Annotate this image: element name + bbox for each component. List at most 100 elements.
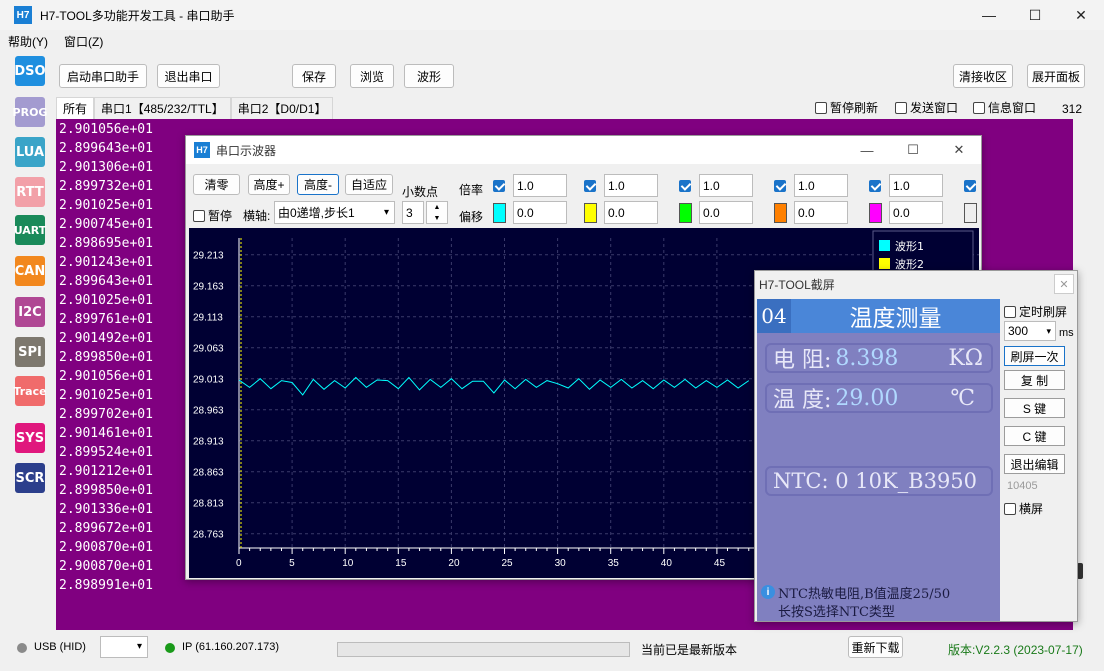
s-key-button[interactable]: S 键	[1004, 398, 1065, 418]
decimals-spinner[interactable]: ▲ ▼	[426, 201, 448, 224]
y-tick-label: 28.963	[193, 406, 224, 417]
channel-offset-input[interactable]: 0.0	[513, 201, 567, 224]
redownload-button[interactable]: 重新下载	[848, 636, 903, 658]
channel-offset-input[interactable]: 0.0	[794, 201, 848, 224]
osc-minimize-icon[interactable]: —	[844, 136, 890, 164]
decimals-input[interactable]: 3	[402, 201, 424, 224]
channel-enable-checkbox[interactable]	[869, 180, 881, 192]
c-key-button[interactable]: C 键	[1004, 426, 1065, 446]
auto-fit-button[interactable]: 自适应	[345, 174, 393, 195]
sidebar-rtt-button[interactable]: RTT	[15, 177, 45, 207]
interval-select[interactable]: 300 ▾	[1004, 321, 1056, 341]
tab-serial1[interactable]: 串口1【485/232/TTL】	[94, 97, 231, 119]
usb-status: USB (HID)	[34, 641, 86, 653]
sidebar-trace-button[interactable]: Trace	[13, 376, 47, 406]
channel-enable-checkbox[interactable]	[584, 180, 596, 192]
send-window-checkbox[interactable]: 发送窗口	[895, 99, 958, 116]
recv-line: 2.901306e+01	[59, 160, 153, 175]
exit-edit-button[interactable]: 退出编辑	[1004, 454, 1065, 474]
sidebar-sys-button[interactable]: SYS	[15, 423, 45, 453]
osc-maximize-icon[interactable]: ☐	[890, 136, 936, 164]
channel-offset-input[interactable]: 0.0	[604, 201, 658, 224]
sidebar-lua-button[interactable]: LUA	[15, 137, 45, 167]
maximize-icon[interactable]: ☐	[1012, 0, 1058, 30]
tab-bar: 所有 串口1【485/232/TTL】 串口2【D0/D1】	[56, 97, 334, 119]
y-tick-label: 29.013	[193, 375, 224, 386]
channel-color-swatch[interactable]	[964, 203, 977, 223]
tab-serial2[interactable]: 串口2【D0/D1】	[230, 97, 334, 119]
x-tick-label: 10	[342, 558, 354, 569]
sidebar-prog-button[interactable]: PROG	[13, 97, 47, 127]
channel-enable-checkbox[interactable]	[493, 180, 505, 192]
exit-serial-button[interactable]: 退出串口	[157, 64, 220, 88]
tab-all[interactable]: 所有	[56, 97, 95, 119]
timed-refresh-checkbox[interactable]: 定时刷屏	[1004, 303, 1067, 320]
channel-scale-input[interactable]: 1.0	[794, 174, 848, 197]
landscape-label: 横屏	[1019, 502, 1044, 516]
minimize-icon[interactable]: —	[966, 0, 1012, 30]
sidebar-spi-button[interactable]: SPI	[15, 337, 45, 367]
legend-label: 波形1	[895, 240, 924, 253]
title-bar: H7 H7-TOOL多功能开发工具 - 串口助手 — ☐ ✕	[0, 0, 1104, 30]
channel-color-swatch[interactable]	[584, 203, 597, 223]
sidebar-dso-button[interactable]: DSO	[14, 56, 46, 86]
height-plus-button[interactable]: 高度+	[248, 174, 290, 195]
expand-panel-button[interactable]: 展开面板	[1027, 64, 1085, 88]
save-button[interactable]: 保存	[292, 64, 336, 88]
channel-color-swatch[interactable]	[679, 203, 692, 223]
copy-button[interactable]: 复 制	[1004, 370, 1065, 390]
channel-enable-checkbox[interactable]	[679, 180, 691, 192]
osc-clear-button[interactable]: 清零	[193, 174, 240, 195]
sidebar-can-button[interactable]: CAN	[15, 256, 45, 286]
menu-window[interactable]: 窗口(Z)	[56, 33, 111, 50]
info-window-checkbox[interactable]: 信息窗口	[973, 99, 1036, 116]
wave-button[interactable]: 波形	[404, 64, 454, 88]
version-label: 版本:V2.2.3 (2023-07-17)	[948, 643, 1083, 657]
device-screen: 04 温度测量 电 阻: 8.398 KΩ 温 度: 29.00 ℃ NTC: …	[757, 299, 1000, 621]
browse-button[interactable]: 浏览	[350, 64, 394, 88]
channel-scale-input[interactable]: 1.0	[604, 174, 658, 197]
start-serial-button[interactable]: 启动串口助手	[59, 64, 147, 88]
channel-offset-input[interactable]: 0.0	[889, 201, 943, 224]
pause-refresh-checkbox[interactable]: 暂停刷新	[815, 99, 878, 116]
channel-enable-checkbox[interactable]	[964, 180, 976, 192]
menu-help[interactable]: 帮助(Y)	[0, 33, 56, 50]
chevron-down-icon: ▾	[1046, 325, 1051, 336]
device-select[interactable]: ▾	[100, 636, 148, 658]
channel-color-swatch[interactable]	[493, 203, 506, 223]
landscape-checkbox[interactable]: 横屏	[1004, 500, 1043, 517]
ntc-type: NTC: 0 10K_B3950	[773, 469, 978, 493]
y-tick-label: 29.213	[193, 251, 224, 262]
sidebar-i2c-button[interactable]: I2C	[15, 297, 45, 327]
ntc-field: NTC: 0 10K_B3950	[765, 466, 993, 496]
close-icon[interactable]: ✕	[1058, 0, 1104, 30]
info-icon: i	[761, 585, 775, 599]
channel-color-swatch[interactable]	[774, 203, 787, 223]
channel-scale-input[interactable]: 1.0	[513, 174, 567, 197]
channel-color-swatch[interactable]	[869, 203, 882, 223]
sidebar-scr-button[interactable]: SCR	[15, 463, 45, 493]
sidebar-uart-button[interactable]: UART	[14, 215, 46, 245]
recv-line: 2.898991e+01	[59, 578, 153, 593]
channel-offset-input[interactable]: 0.0	[699, 201, 753, 224]
osc-pause-checkbox[interactable]: 暂停	[193, 207, 232, 224]
xaxis-mode-select[interactable]: 由0递增,步长1 ▾	[274, 201, 395, 224]
series-line	[238, 376, 750, 396]
osc-title: 串口示波器	[216, 143, 277, 158]
resistance-field: 电 阻: 8.398 KΩ	[765, 343, 993, 373]
status-bar: USB (HID) ▾ IP (61.160.207.173) 当前已是最新版本…	[0, 634, 1104, 671]
channel-scale-input[interactable]: 1.0	[699, 174, 753, 197]
channel-scale-input[interactable]: 1.0	[889, 174, 943, 197]
capture-title: H7-TOOL截屏	[755, 271, 1077, 297]
osc-close-icon[interactable]: ✕	[936, 136, 982, 164]
recv-line: 2.901492e+01	[59, 331, 153, 346]
screen-title: 温度测量	[849, 306, 942, 332]
x-tick-label: 20	[448, 558, 460, 569]
refresh-once-button[interactable]: 刷屏一次	[1004, 346, 1065, 366]
recv-line: 2.899850e+01	[59, 350, 153, 365]
capture-close-icon[interactable]: ✕	[1054, 274, 1074, 294]
channel-enable-checkbox[interactable]	[774, 180, 786, 192]
recv-line: 2.901336e+01	[59, 502, 153, 517]
height-minus-button[interactable]: 高度-	[297, 174, 339, 195]
clear-recv-button[interactable]: 清接收区	[953, 64, 1013, 88]
